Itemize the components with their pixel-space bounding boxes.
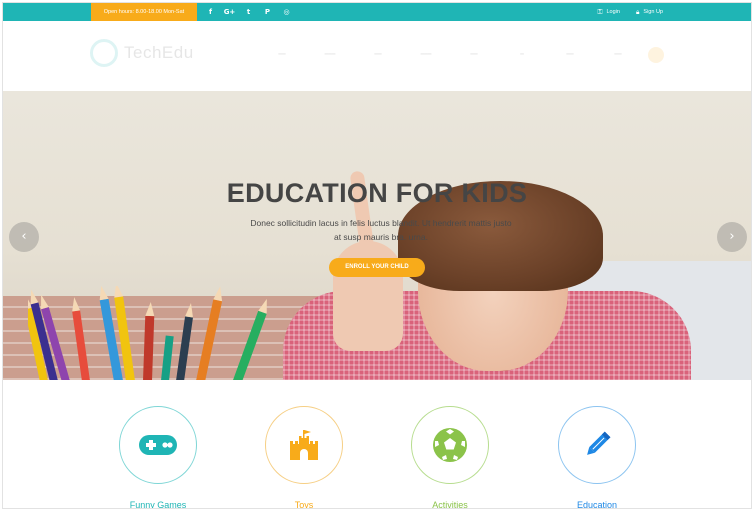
pencil-icon bbox=[587, 431, 611, 455]
login-label: Login bbox=[606, 9, 620, 15]
instagram-icon[interactable]: ◎ bbox=[277, 8, 296, 16]
login-link[interactable]: ⚿ Login bbox=[598, 8, 620, 17]
feature-label: Activities bbox=[432, 500, 468, 509]
nav-item[interactable]: ━━ bbox=[258, 51, 306, 58]
auth-links: ⚿ Login 🔒︎ Sign Up bbox=[598, 3, 663, 21]
nav-item[interactable]: ━━ bbox=[594, 51, 642, 58]
nav-item[interactable]: ━━━ bbox=[306, 51, 354, 58]
top-bar: Open hours: 8.00-18.00 Mon-Sat f G+ t P … bbox=[3, 3, 751, 21]
nav-item[interactable]: ━━ bbox=[450, 51, 498, 58]
feature-label: Toys bbox=[294, 500, 314, 509]
key-icon: ⚿ bbox=[597, 7, 603, 16]
signup-label: Sign Up bbox=[643, 9, 663, 15]
feature-label: Education bbox=[576, 500, 618, 509]
site-header: TechEdu ━━ ━━━ ━━ ━━━ ━━ ━ ━━ ━━ bbox=[3, 21, 751, 91]
page-frame: Open hours: 8.00-18.00 Mon-Sat f G+ t P … bbox=[2, 2, 752, 509]
lock-icon: 🔒︎ bbox=[635, 7, 640, 16]
hero-title: EDUCATION FOR KIDS bbox=[226, 178, 528, 208]
main-nav: ━━ ━━━ ━━ ━━━ ━━ ━ ━━ ━━ bbox=[258, 51, 642, 58]
hero-subtitle: Donec sollicitudin lacus in felis luctus… bbox=[250, 218, 512, 242]
nav-item[interactable]: ━━ bbox=[546, 51, 594, 58]
site-logo[interactable]: TechEdu bbox=[90, 39, 194, 67]
logo-icon bbox=[90, 39, 118, 67]
enroll-button[interactable]: ENROLL YOUR CHILD bbox=[329, 258, 425, 277]
feature-label: Funny Games bbox=[129, 500, 187, 509]
nav-item[interactable]: ━━━ bbox=[402, 51, 450, 58]
feature-funny-games[interactable]: Funny Games bbox=[113, 406, 203, 509]
pinterest-icon[interactable]: P bbox=[258, 8, 277, 16]
gamepad-icon bbox=[139, 435, 177, 455]
features-section: Funny Games Toys Activities Education bbox=[3, 380, 751, 509]
castle-icon bbox=[290, 430, 318, 460]
opening-hours: Open hours: 8.00-18.00 Mon-Sat bbox=[91, 3, 197, 21]
soccer-ball-icon bbox=[433, 428, 467, 462]
slider-prev-button[interactable]: ‹ bbox=[9, 222, 39, 252]
nav-item[interactable]: ━━ bbox=[354, 51, 402, 58]
feature-education[interactable]: Education bbox=[552, 406, 642, 509]
nav-item[interactable]: ━ bbox=[498, 51, 546, 58]
hero-slider: EDUCATION FOR KIDS Donec sollicitudin la… bbox=[3, 91, 751, 380]
colored-pencils-image bbox=[28, 286, 267, 380]
twitter-icon[interactable]: t bbox=[239, 8, 258, 16]
feature-activities[interactable]: Activities bbox=[405, 406, 495, 509]
cart-icon[interactable] bbox=[648, 47, 664, 63]
logo-text: TechEdu bbox=[124, 43, 194, 62]
signup-link[interactable]: 🔒︎ Sign Up bbox=[636, 8, 663, 17]
feature-toys[interactable]: Toys bbox=[259, 406, 349, 509]
facebook-icon[interactable]: f bbox=[201, 8, 220, 16]
social-links: f G+ t P ◎ bbox=[201, 3, 296, 21]
slider-next-button[interactable]: › bbox=[717, 222, 747, 252]
google-plus-icon[interactable]: G+ bbox=[220, 8, 239, 16]
